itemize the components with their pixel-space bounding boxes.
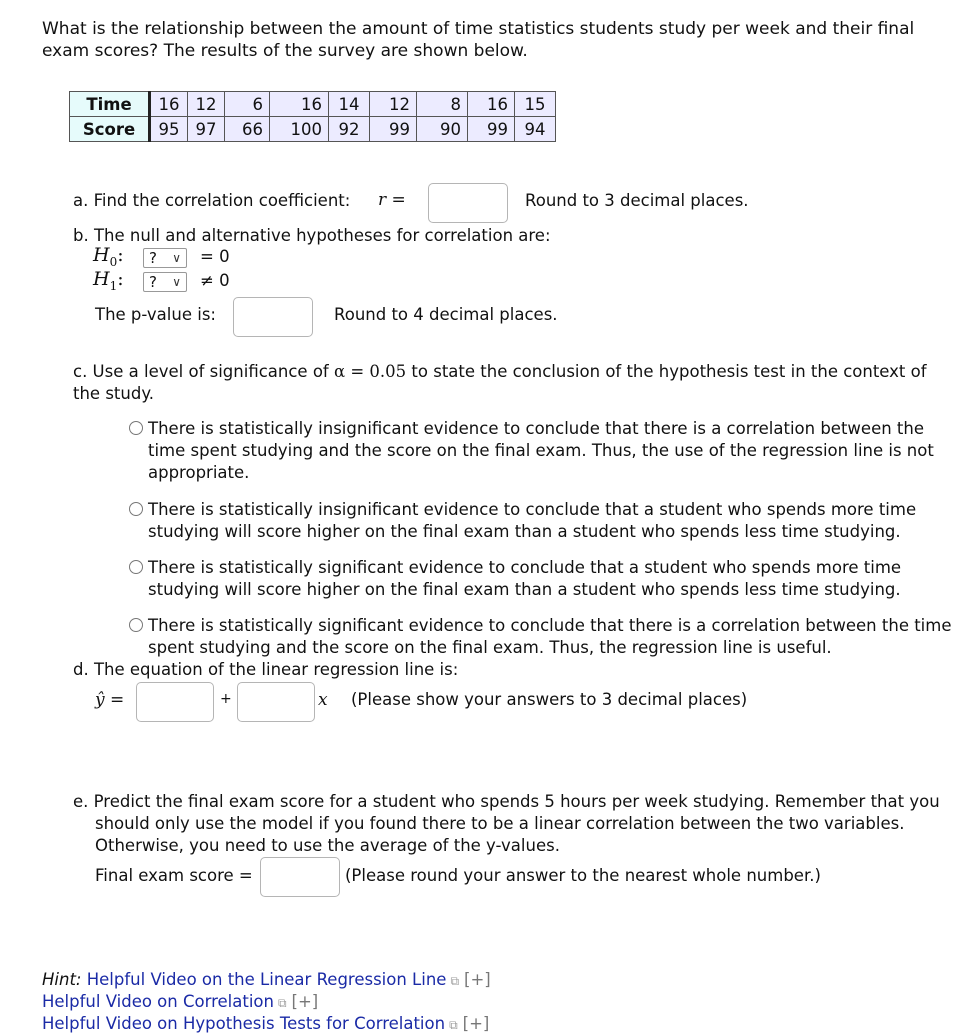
table-cell: 14 [328,91,370,117]
hint-line-1: Hint: Helpful Video on the Linear Regres… [42,969,491,992]
hint-link-correlation-video[interactable]: Helpful Video on Correlation [42,992,274,1011]
option-2-radio[interactable] [129,502,143,516]
chevron-down-icon: ∨ [172,251,181,265]
question-intro: What is the relationship between the amo… [42,19,915,61]
row-header-score: Score [69,116,151,142]
table-cell: 92 [328,116,370,142]
expand-toggle[interactable]: [+] [464,970,491,989]
part-d-label: d. The equation of the linear regression… [73,660,459,679]
table-cell: 97 [187,116,225,142]
table-cell: 94 [514,116,556,142]
hint-link-regression-video[interactable]: Helpful Video on the Linear Regression L… [87,970,447,989]
slope-input[interactable] [237,682,315,722]
yhat-symbol: ŷ = [95,690,125,710]
pvalue-input[interactable] [233,297,313,337]
table-cell: 6 [224,91,270,117]
expand-toggle[interactable]: [+] [292,992,319,1011]
table-cell: 16 [467,91,515,117]
table-cell: 90 [416,116,468,142]
chevron-down-icon: ∨ [172,275,181,289]
h0-label: H0: [93,244,124,269]
table-cell: 16 [269,91,329,117]
table-row-time: Time 16 12 6 16 14 12 8 16 15 [69,91,556,117]
final-score-input[interactable] [260,857,340,897]
h1-label: H1: [93,268,124,293]
part-a-note: Round to 3 decimal places. [525,191,749,210]
h0-relation: = 0 [200,247,230,266]
table-cell: 12 [369,91,417,117]
table-cell: 16 [149,91,188,117]
table-cell: 15 [514,91,556,117]
option-4-label[interactable]: There is statistically significant evide… [148,615,963,659]
option-1-radio[interactable] [129,421,143,435]
hint-line-3: Helpful Video on Hypothesis Tests for Co… [42,1013,489,1036]
table-cell: 66 [224,116,270,142]
table-cell: 99 [369,116,417,142]
option-3-label[interactable]: There is statistically significant evide… [148,557,963,601]
table-cell: 8 [416,91,468,117]
intercept-input[interactable] [136,682,214,722]
table-cell: 100 [269,116,329,142]
option-1-label[interactable]: There is statistically insignificant evi… [148,418,963,484]
external-link-icon: ⧉ [449,1018,458,1032]
h1-parameter-select[interactable]: ? ∨ [143,272,187,292]
part-d-note: (Please show your answers to 3 decimal p… [351,690,748,709]
table-row-score: Score 95 97 66 100 92 99 90 99 94 [69,116,556,142]
external-link-icon: ⧉ [277,996,287,1010]
option-4-radio[interactable] [129,618,143,632]
part-b-label: b. The null and alternative hypotheses f… [73,226,551,245]
correlation-coefficient-input[interactable] [428,183,508,223]
h1-relation: ≠ 0 [200,271,230,290]
hint-line-2: Helpful Video on Correlation ⧉ [+] [42,991,318,1014]
option-3-radio[interactable] [129,560,143,574]
row-header-time: Time [69,91,151,117]
part-a-label: a. Find the correlation coefficient: [73,191,351,210]
table-cell: 12 [187,91,225,117]
table-cell: 95 [149,116,188,142]
h0-parameter-select[interactable]: ? ∨ [143,248,187,268]
alpha-value: α = 0.05 [333,362,407,381]
external-link-icon: ⧉ [450,974,460,988]
option-2-label[interactable]: There is statistically insignificant evi… [148,499,963,543]
part-c-prompt: c. Use a level of significance of α = 0.… [73,362,927,403]
part-e-prompt: e. Predict the final exam score for a st… [73,792,940,855]
x-variable: x [318,690,328,710]
hint-label: Hint: [42,970,82,989]
plus-sign: + [220,691,232,707]
data-table: Time 16 12 6 16 14 12 8 16 15 Score 95 9… [69,91,556,142]
pvalue-note: Round to 4 decimal places. [334,305,558,324]
final-score-note: (Please round your answer to the nearest… [345,866,821,885]
final-score-label: Final exam score = [95,866,253,885]
r-symbol: r = [378,190,406,210]
table-cell: 99 [467,116,515,142]
pvalue-label: The p-value is: [95,305,216,324]
